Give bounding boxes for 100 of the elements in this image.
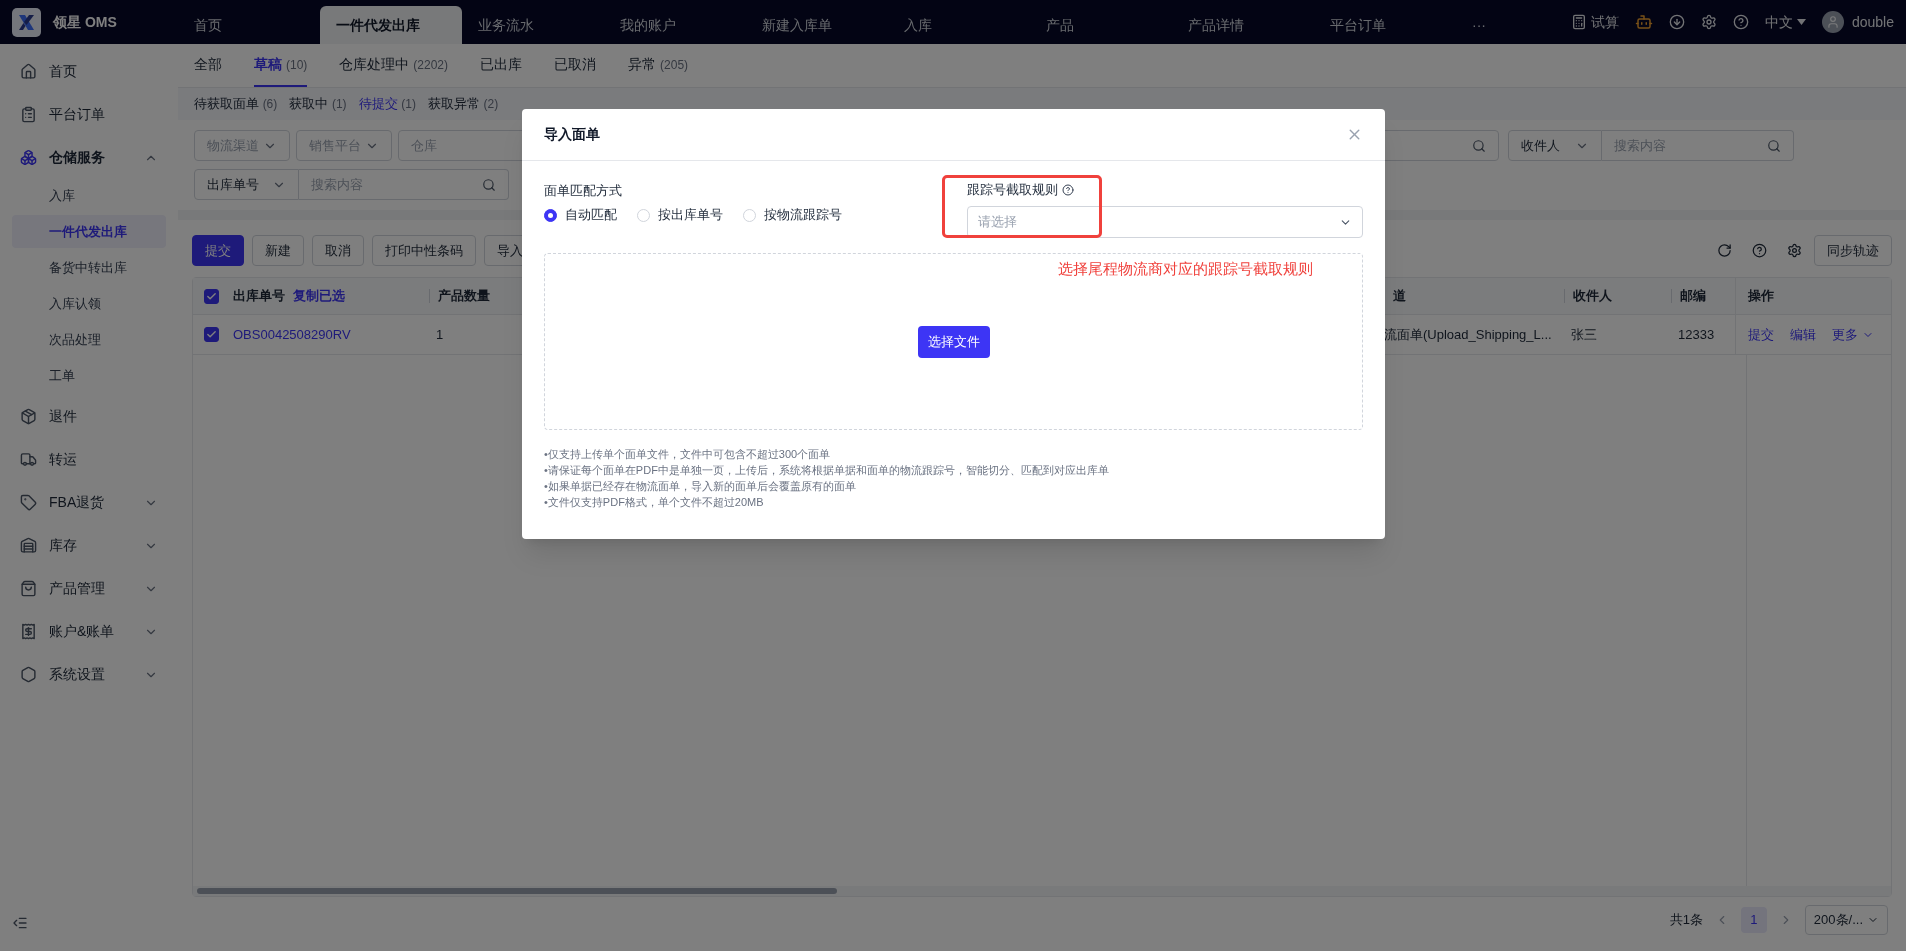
page-number[interactable]: 1: [1740, 907, 1767, 933]
column-header: 道: [1393, 287, 1406, 306]
sidebar-item[interactable]: 库存: [0, 524, 178, 567]
search-icon[interactable]: [1767, 138, 1781, 153]
sidebar-item[interactable]: 退件: [0, 395, 178, 438]
refresh-icon[interactable]: [1717, 243, 1732, 258]
rule-select[interactable]: 请选择: [967, 206, 1363, 238]
help-icon[interactable]: [1062, 184, 1074, 196]
upload-area[interactable]: 选择尾程物流商对应的跟踪号截取规则 选择文件: [544, 253, 1363, 430]
receipt-icon: [20, 623, 37, 640]
sub-tab[interactable]: 获取中 (1): [289, 94, 347, 114]
table-cell: 1: [436, 326, 444, 342]
download-icon[interactable]: [1668, 14, 1685, 30]
status-tab[interactable]: 已出库: [480, 44, 523, 87]
sidebar-subitem[interactable]: 工单: [12, 359, 166, 392]
truck-icon: [20, 451, 37, 468]
sidebar-item[interactable]: FBA退货: [0, 481, 178, 524]
action-link[interactable]: 更多: [1832, 324, 1874, 345]
table-cell-text: 流面单(Upload_Shipping_L...: [1383, 325, 1553, 344]
nav-tab[interactable]: 新建入库单: [746, 6, 888, 44]
status-tab[interactable]: 异常 (205): [628, 44, 689, 87]
table-cell-text: 张三: [1570, 325, 1598, 344]
settings-icon[interactable]: [1700, 14, 1717, 30]
radio-option[interactable]: 自动匹配: [544, 205, 617, 225]
nav-tab[interactable]: 产品详情: [1172, 6, 1314, 44]
status-tab[interactable]: 已取消: [554, 44, 597, 87]
sidebar-item[interactable]: 转运: [0, 438, 178, 481]
table-cell-text: 12333: [1677, 325, 1716, 344]
nav-tab[interactable]: 产品: [1030, 6, 1172, 44]
column-header: 收件人: [1573, 287, 1612, 306]
nav-tab[interactable]: 业务流水: [462, 6, 604, 44]
caret-icon: [1796, 19, 1806, 25]
column-header: 操作: [1748, 287, 1774, 306]
toolbar-button[interactable]: 提交: [192, 235, 244, 266]
warehouse-icon: [20, 537, 37, 554]
note-text: •仅支持上传单个面单文件，文件中可包含不超过300个面单: [544, 447, 832, 462]
sidebar-item[interactable]: 仓储服务: [0, 136, 178, 179]
logo-icon: [12, 7, 41, 37]
bag-icon: [20, 580, 37, 597]
choose-file-button[interactable]: 选择文件: [917, 325, 990, 358]
note-text: •文件仅支持PDF格式，单个文件不超过20MB: [544, 495, 765, 510]
calculator-icon: [1570, 14, 1587, 30]
sub-tab[interactable]: 待提交 (1): [358, 94, 416, 114]
action-link[interactable]: 编辑: [1790, 324, 1816, 345]
status-tab[interactable]: 全部: [194, 44, 222, 87]
nav-tab[interactable]: 一件代发出库: [320, 6, 462, 44]
copy-selected-link[interactable]: 复制已选: [293, 286, 345, 306]
check-icon: [205, 329, 217, 340]
annotation-text: 选择尾程物流商对应的跟踪号截取规则: [1058, 259, 1313, 279]
sidebar-subitem[interactable]: 一件代发出库: [12, 215, 166, 248]
checkbox[interactable]: [203, 288, 219, 304]
calc-button[interactable]: 试算: [1570, 11, 1619, 33]
nav-tab[interactable]: 入库: [888, 6, 1030, 44]
hexagon-icon: [20, 666, 37, 683]
nav-tab[interactable]: 首页: [178, 6, 320, 44]
sidebar-subitem[interactable]: 备货中转出库: [12, 251, 166, 284]
page-size-select[interactable]: 200条/...: [1804, 905, 1888, 935]
package-icon: [20, 408, 37, 425]
sidebar-item[interactable]: 账户&账单: [0, 610, 178, 653]
clipboard-icon: [20, 106, 37, 123]
order-select[interactable]: 出库单号: [194, 169, 299, 200]
toolbar-button[interactable]: 取消: [312, 235, 364, 266]
app-name: 领星 OMS: [53, 12, 117, 32]
column-header: 产品数量: [438, 287, 490, 306]
receiver-select[interactable]: 收件人: [1508, 130, 1602, 161]
sidebar-subitem[interactable]: 入库认领: [12, 287, 166, 320]
sidebar-item[interactable]: 平台订单: [0, 93, 178, 136]
more-tabs[interactable]: ···: [1456, 6, 1502, 44]
sub-tab[interactable]: 获取异常 (2): [427, 94, 499, 114]
note-text: •如果单据已经存在物流面单，导入新的面单后会覆盖原有的面单: [544, 479, 857, 494]
column-header: 邮编: [1680, 287, 1706, 306]
robot-icon[interactable]: [1634, 13, 1653, 31]
sub-tab[interactable]: 待获取面单 (6): [194, 94, 278, 114]
nav-tab[interactable]: 平台订单: [1314, 6, 1456, 44]
avatar[interactable]: [1821, 11, 1844, 33]
checkbox[interactable]: [203, 327, 219, 342]
search-icon[interactable]: [1472, 138, 1486, 153]
radio-option[interactable]: 按出库单号: [637, 205, 723, 225]
radio-option[interactable]: 按物流跟踪号: [743, 205, 842, 225]
language-dropdown[interactable]: 中文: [1764, 11, 1806, 33]
sidebar-item[interactable]: 首页: [0, 50, 178, 93]
status-tab[interactable]: 仓库处理中 (2202): [339, 44, 449, 87]
help-icon[interactable]: [1752, 243, 1767, 258]
toolbar-button[interactable]: 打印中性条码: [372, 235, 476, 266]
sidebar-item[interactable]: 系统设置: [0, 653, 178, 696]
collapse-icon[interactable]: [12, 915, 28, 931]
field-label: 跟踪号截取规则: [967, 181, 1058, 200]
radio[interactable]: [544, 208, 557, 222]
settings-icon[interactable]: [1787, 243, 1802, 258]
sync-button[interactable]: 同步轨迹: [1814, 235, 1892, 266]
sidebar-subitem[interactable]: 次品处理: [12, 323, 166, 356]
action-link[interactable]: 提交: [1748, 324, 1774, 345]
horizontal-scrollbar[interactable]: [193, 886, 1891, 896]
sidebar-subitem[interactable]: 入库: [12, 179, 166, 212]
search-icon[interactable]: [482, 177, 496, 192]
order-link[interactable]: OBS0042508290RV: [229, 324, 425, 345]
nav-tab[interactable]: 我的账户: [604, 6, 746, 44]
toolbar-button[interactable]: 新建: [252, 235, 304, 266]
sidebar-item[interactable]: 产品管理: [0, 567, 178, 610]
user-icon: [1825, 15, 1840, 29]
